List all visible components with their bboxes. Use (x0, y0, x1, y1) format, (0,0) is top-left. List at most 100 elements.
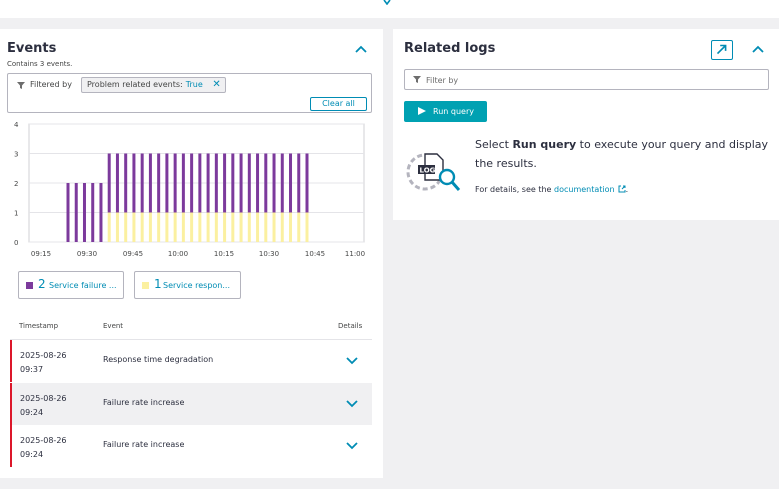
documentation-link[interactable]: documentation (554, 185, 615, 194)
bar-service-failure (223, 153, 227, 213)
chevron-down-icon[interactable] (346, 400, 358, 408)
logs-title: Related logs (404, 41, 496, 56)
caret-down-icon[interactable] (383, 0, 391, 5)
open-external-icon[interactable] (711, 40, 733, 60)
table-row[interactable]: 2025-08-26 09:24 Failure rate increase (10, 425, 372, 467)
filter-chip[interactable]: Problem related events: True ✕ (81, 77, 226, 93)
message-bold: Run query (512, 138, 577, 151)
bar-service-failure (173, 153, 177, 213)
bar-service-response (280, 212, 284, 242)
x-tick-label: 11:00 (345, 250, 365, 258)
bar-service-failure (305, 153, 309, 213)
legend-count: 1 (154, 277, 162, 291)
bar-service-failure (181, 153, 185, 213)
bar-service-failure (165, 153, 169, 213)
bar-service-response (264, 212, 268, 242)
bar-service-response (256, 212, 260, 242)
documentation-note: For details, see the documentation. (475, 185, 628, 194)
close-icon[interactable]: ✕ (212, 78, 220, 92)
top-bar (0, 0, 779, 18)
bar-service-response (157, 212, 161, 242)
bar-service-response (124, 212, 128, 242)
run-query-message: Select Run query to execute your query a… (475, 135, 775, 173)
legend-label: Service failure ... (49, 281, 117, 290)
severity-bar (10, 383, 12, 425)
logs-filter-input[interactable] (426, 73, 756, 87)
bar-service-failure (239, 153, 243, 213)
bar-service-failure (132, 153, 136, 213)
row-date: 2025-08-26 (20, 436, 67, 445)
bar-service-failure (99, 183, 103, 242)
bar-service-failure (82, 183, 86, 242)
table-row[interactable]: 2025-08-26 09:37 Response time degradatio… (10, 340, 372, 382)
header-timestamp: Timestamp (19, 322, 59, 330)
legend-label: Service respon... (163, 281, 230, 290)
bar-service-response (239, 212, 243, 242)
run-query-button[interactable]: Run query (404, 101, 487, 122)
row-timestamp: 2025-08-26 09:37 (20, 349, 67, 377)
message-text: Select (475, 138, 513, 151)
play-icon (418, 107, 426, 115)
bar-service-failure (91, 183, 95, 242)
bar-service-response (181, 212, 185, 242)
legend-count: 2 (38, 277, 46, 291)
header-details: Details (338, 322, 363, 330)
events-chart: 4 3 2 1 0 09:15 09:30 09:45 10:00 10:15 10:30 10:45… (14, 121, 365, 258)
chevron-up-icon[interactable] (354, 42, 368, 56)
chevron-down-icon[interactable] (346, 442, 358, 450)
chevron-up-icon[interactable] (751, 42, 765, 56)
bar-service-response (272, 212, 276, 242)
y-tick-label: 4 (14, 121, 19, 129)
bar-service-failure (280, 153, 284, 213)
x-tick-label: 09:30 (77, 250, 97, 258)
bar-service-failure (264, 153, 268, 213)
row-timestamp: 2025-08-26 09:24 (20, 392, 67, 420)
bar-service-failure (157, 153, 161, 213)
x-tick-label: 10:30 (259, 250, 279, 258)
bar-service-failure (289, 153, 293, 213)
bar-service-response (206, 212, 210, 242)
bar-service-failure (198, 153, 202, 213)
x-tick-label: 09:15 (31, 250, 51, 258)
legend-swatch (142, 282, 149, 289)
legend-service-response[interactable]: 1 Service respon... (134, 271, 241, 299)
row-event: Failure rate increase (103, 440, 185, 449)
log-search-icon: LOG (406, 153, 461, 191)
bar-service-failure (140, 153, 144, 213)
bar-service-failure (206, 153, 210, 213)
bar-service-response (289, 212, 293, 242)
severity-bar (10, 340, 12, 382)
filtered-by-label: Filtered by (30, 80, 72, 89)
bar-service-failure (231, 153, 235, 213)
bar-service-failure (124, 153, 128, 213)
x-tick-label: 10:45 (305, 250, 325, 258)
row-time: 09:24 (20, 450, 44, 459)
external-link-icon[interactable] (618, 185, 626, 193)
bar-service-response (115, 212, 119, 242)
bar-service-failure (115, 153, 119, 213)
bar-service-response (214, 212, 218, 242)
bar-service-failure (74, 183, 78, 242)
chip-key: Problem related events: (87, 80, 183, 89)
bar-service-failure (214, 153, 218, 213)
table-row[interactable]: 2025-08-26 09:24 Failure rate increase (10, 383, 372, 425)
bar-service-response (198, 212, 202, 242)
bar-service-response (140, 212, 144, 242)
bar-service-response (223, 212, 227, 242)
row-time: 09:24 (20, 408, 44, 417)
events-filter-box[interactable]: Filtered by Problem related events: True ✕… (7, 73, 372, 113)
bar-service-failure (107, 153, 111, 213)
y-tick-label: 3 (14, 151, 18, 159)
row-date: 2025-08-26 (20, 394, 67, 403)
events-panel: Events Contains 3 events. Filtered by Pr… (0, 29, 383, 478)
header-event: Event (103, 322, 124, 330)
x-tick-label: 10:15 (214, 250, 234, 258)
events-title: Events (7, 41, 57, 56)
bar-service-response (231, 212, 235, 242)
bar-service-failure (66, 183, 70, 242)
clear-all-button[interactable]: Clear all (310, 97, 367, 111)
logs-filter-box[interactable] (404, 69, 769, 90)
chevron-down-icon[interactable] (346, 357, 358, 365)
legend-service-failure[interactable]: 2 Service failure ... (18, 271, 124, 299)
bar-service-response (107, 212, 111, 242)
